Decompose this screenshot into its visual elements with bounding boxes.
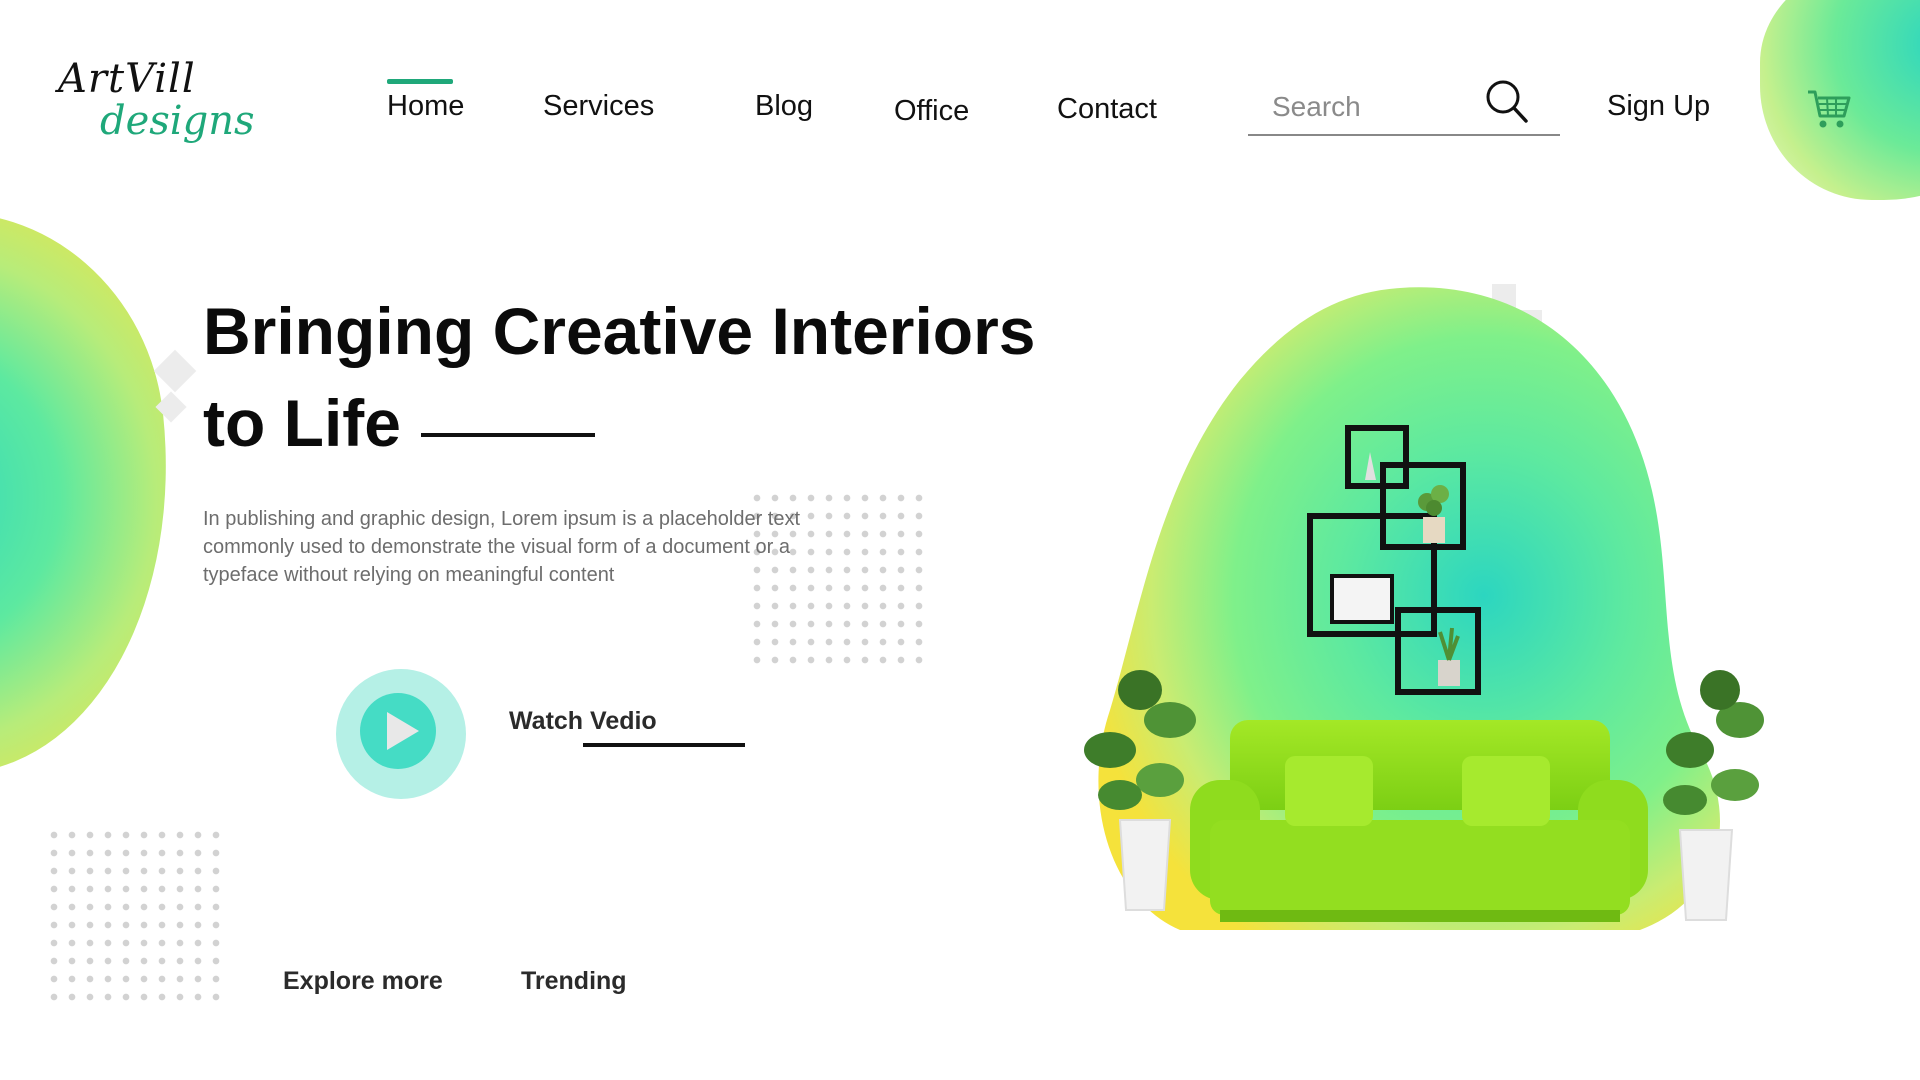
title-underline	[421, 433, 595, 437]
hero-title-line-1: Bringing Creative Interiors	[203, 294, 1036, 368]
hero-illustration	[1084, 287, 1764, 930]
nav-active-indicator	[387, 79, 453, 84]
landing-page: ArtVill designs Home Services Blog Offic…	[0, 0, 1920, 1080]
sofa-icon	[1190, 720, 1648, 922]
explore-more-link[interactable]: Explore more	[283, 967, 443, 996]
hero-description: In publishing and graphic design, Lorem …	[203, 508, 801, 586]
search-input[interactable]	[1270, 90, 1504, 124]
trending-link[interactable]: Trending	[521, 967, 627, 996]
play-button[interactable]	[336, 669, 466, 799]
watch-video-link[interactable]: Watch Vedio	[509, 707, 657, 736]
search-icon[interactable]	[1484, 78, 1530, 124]
decorative-dot-grid	[45, 826, 225, 1006]
nav-item-services[interactable]: Services	[543, 90, 654, 123]
brand-logo[interactable]: ArtVill designs	[58, 56, 255, 144]
cart-icon[interactable]	[1806, 86, 1852, 132]
play-button-inner	[360, 693, 436, 769]
search-bar	[1248, 76, 1560, 136]
nav-item-contact[interactable]: Contact	[1057, 93, 1157, 126]
logo-text-secondary: designs	[100, 98, 255, 144]
decorative-blob-left	[0, 191, 199, 789]
photo-frame	[1330, 574, 1394, 624]
nav-item-blog[interactable]: Blog	[755, 90, 813, 123]
nav-item-home[interactable]: Home	[387, 90, 464, 123]
nav-item-office[interactable]: Office	[894, 95, 969, 128]
decorative-diamond	[153, 349, 197, 393]
logo-text-primary: ArtVill	[58, 56, 196, 102]
watch-video-underline	[583, 743, 745, 747]
play-icon	[387, 712, 419, 750]
hero-title-line-2: to Life	[203, 386, 401, 460]
sign-up-link[interactable]: Sign Up	[1607, 90, 1710, 123]
hero-title: Bringing Creative Interiors to Life	[203, 285, 1103, 469]
